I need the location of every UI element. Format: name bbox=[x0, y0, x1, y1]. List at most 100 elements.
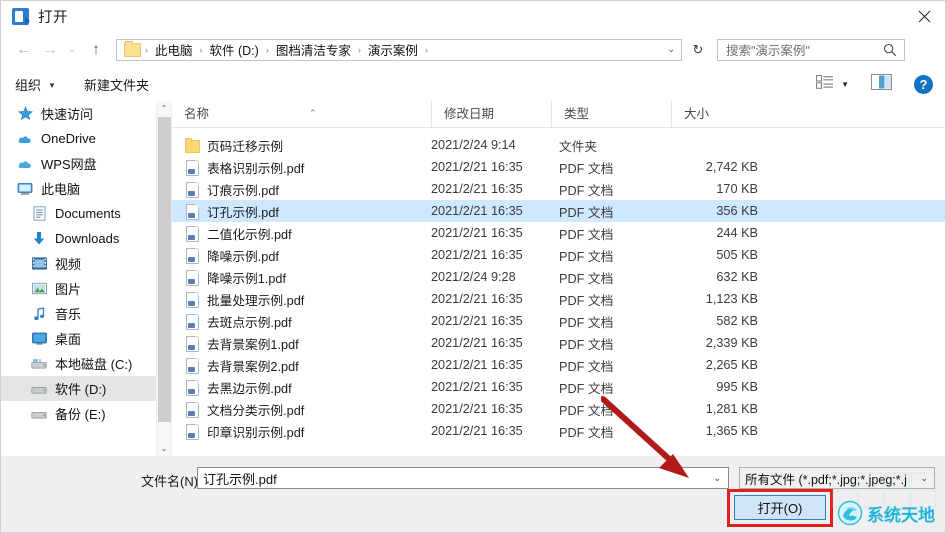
file-name: 印章识别示例.pdf bbox=[207, 425, 305, 440]
table-row[interactable]: 订孔示例.pdf 2021/2/21 16:35 PDF 文档 356 KB bbox=[172, 200, 945, 222]
sidebar-item-pictures[interactable]: 图片 bbox=[1, 276, 171, 301]
file-type: PDF 文档 bbox=[559, 293, 614, 308]
column-header-name[interactable]: 名称 ⌃ bbox=[172, 101, 431, 127]
toolbar-right-group: ▼ ? bbox=[816, 73, 933, 95]
file-date: 2021/2/21 16:35 bbox=[431, 204, 523, 218]
file-size: 244 KB bbox=[716, 226, 758, 240]
file-name: 降噪示例.pdf bbox=[207, 249, 279, 264]
folder-icon bbox=[124, 40, 141, 57]
breadcrumb-item-0[interactable]: 此电脑 bbox=[152, 40, 196, 59]
file-name-cell: 订痕示例.pdf bbox=[172, 180, 431, 199]
scrollbar-thumb[interactable] bbox=[158, 117, 171, 422]
file-size: 995 KB bbox=[716, 380, 758, 394]
sidebar-item-local-disk-c[interactable]: 本地磁盘 (C:) bbox=[1, 351, 171, 376]
table-row[interactable]: 去黑边示例.pdf 2021/2/21 16:35 PDF 文档 995 KB bbox=[172, 376, 945, 398]
file-name: 表格识别示例.pdf bbox=[207, 161, 305, 176]
file-name-cell: 文档分类示例.pdf bbox=[172, 400, 431, 419]
sidebar-item-this-pc[interactable]: 此电脑 bbox=[1, 176, 171, 201]
recent-locations-icon[interactable]: ⌄ bbox=[63, 37, 81, 63]
file-name-cell: 页码迁移示例 bbox=[172, 136, 431, 155]
file-size: 505 KB bbox=[716, 248, 758, 262]
open-button[interactable]: 打开(O) bbox=[734, 495, 826, 520]
help-icon[interactable]: ? bbox=[914, 74, 933, 94]
table-row[interactable]: 批量处理示例.pdf 2021/2/21 16:35 PDF 文档 1,123 … bbox=[172, 288, 945, 310]
sidebar-item-wps-cloud[interactable]: WPS网盘 bbox=[1, 151, 171, 176]
chevron-down-icon[interactable]: ⌄ bbox=[713, 473, 721, 484]
file-name: 去黑边示例.pdf bbox=[207, 381, 292, 396]
table-row[interactable]: 降噪示例.pdf 2021/2/21 16:35 PDF 文档 505 KB bbox=[172, 244, 945, 266]
sidebar-item-quick-access[interactable]: 快速访问 bbox=[1, 101, 171, 126]
table-row[interactable]: 去斑点示例.pdf 2021/2/21 16:35 PDF 文档 582 KB bbox=[172, 310, 945, 332]
organize-button[interactable]: 组织 ▼ bbox=[15, 75, 56, 94]
breadcrumb-item-3[interactable]: 演示案例 bbox=[365, 40, 421, 59]
file-date: 2021/2/21 16:35 bbox=[431, 226, 523, 240]
file-size: 632 KB bbox=[716, 270, 758, 284]
file-rows: 页码迁移示例 2021/2/24 9:14 文件夹 表格识别示例.pdf 202… bbox=[172, 128, 945, 442]
breadcrumb-item-1[interactable]: 软件 (D:) bbox=[207, 40, 262, 59]
column-header-type[interactable]: 类型 bbox=[551, 101, 671, 127]
table-row[interactable]: 页码迁移示例 2021/2/24 9:14 文件夹 bbox=[172, 134, 945, 156]
window-title: 打开 bbox=[38, 10, 68, 26]
file-size: 2,339 KB bbox=[705, 336, 758, 350]
file-name-cell: 二值化示例.pdf bbox=[172, 224, 431, 243]
file-name: 二值化示例.pdf bbox=[207, 227, 292, 242]
breadcrumb-separator: › bbox=[199, 44, 203, 55]
chevron-down-icon[interactable]: ▼ bbox=[841, 80, 849, 89]
scroll-up-icon[interactable]: ⌃ bbox=[157, 101, 171, 116]
preview-pane-icon[interactable] bbox=[871, 73, 892, 95]
pdf-icon bbox=[184, 423, 200, 440]
table-row[interactable]: 去背景案例2.pdf 2021/2/21 16:35 PDF 文档 2,265 … bbox=[172, 354, 945, 376]
view-list-icon[interactable] bbox=[816, 74, 834, 94]
sidebar-item-onedrive[interactable]: OneDrive bbox=[1, 126, 171, 151]
column-header-date[interactable]: 修改日期 bbox=[431, 101, 551, 127]
file-date: 2021/2/21 16:35 bbox=[431, 358, 523, 372]
file-name-cell: 去黑边示例.pdf bbox=[172, 378, 431, 397]
close-icon[interactable] bbox=[901, 1, 945, 32]
pdf-icon bbox=[184, 357, 200, 374]
pictures-icon bbox=[31, 281, 47, 297]
file-name: 降噪示例1.pdf bbox=[207, 271, 286, 286]
sidebar-item-videos[interactable]: 视频 bbox=[1, 251, 171, 276]
search-input[interactable]: 搜索"演示案例" bbox=[717, 38, 905, 61]
sidebar-item-downloads[interactable]: Downloads bbox=[1, 226, 171, 251]
table-row[interactable]: 订痕示例.pdf 2021/2/21 16:35 PDF 文档 170 KB bbox=[172, 178, 945, 200]
scroll-down-icon[interactable]: ⌄ bbox=[157, 441, 171, 456]
table-row[interactable]: 文档分类示例.pdf 2021/2/21 16:35 PDF 文档 1,281 … bbox=[172, 398, 945, 420]
sidebar-item-software-d[interactable]: 软件 (D:) bbox=[1, 376, 171, 401]
file-name-cell: 去背景案例1.pdf bbox=[172, 334, 431, 353]
sidebar-item-music[interactable]: 音乐 bbox=[1, 301, 171, 326]
music-icon bbox=[31, 306, 47, 322]
column-header-size[interactable]: 大小 bbox=[671, 101, 753, 127]
new-folder-label: 新建文件夹 bbox=[83, 77, 149, 93]
sidebar-item-label: 图片 bbox=[55, 282, 82, 297]
sidebar-item-documents[interactable]: Documents bbox=[1, 201, 171, 226]
toolbar: 组织 ▼ 新建文件夹 ▼ ? bbox=[1, 67, 945, 102]
sidebar-scrollbar[interactable]: ⌃ ⌄ bbox=[156, 101, 171, 456]
refresh-icon[interactable]: ↻ bbox=[687, 39, 709, 61]
chevron-down-icon[interactable]: ⌄ bbox=[667, 44, 675, 55]
open-file-dialog: 打开 ← → ⌄ ↑ › 此电脑 › 软件 (D:) › 图档清洁专家 › 演示… bbox=[0, 0, 946, 533]
sidebar-item-desktop[interactable]: 桌面 bbox=[1, 326, 171, 351]
filename-input[interactable]: 订孔示例.pdf ⌄ bbox=[197, 467, 729, 489]
breadcrumb-item-2[interactable]: 图档清洁专家 bbox=[273, 40, 354, 59]
table-row[interactable]: 去背景案例1.pdf 2021/2/21 16:35 PDF 文档 2,339 … bbox=[172, 332, 945, 354]
folder-icon bbox=[184, 137, 200, 153]
table-row[interactable]: 二值化示例.pdf 2021/2/21 16:35 PDF 文档 244 KB bbox=[172, 222, 945, 244]
file-type: PDF 文档 bbox=[559, 337, 614, 352]
forward-icon[interactable]: → bbox=[37, 37, 63, 63]
chevron-down-icon: ▼ bbox=[48, 80, 56, 90]
new-folder-button[interactable]: 新建文件夹 bbox=[84, 75, 149, 94]
table-row[interactable]: 印章识别示例.pdf 2021/2/21 16:35 PDF 文档 1,365 … bbox=[172, 420, 945, 442]
back-icon[interactable]: ← bbox=[11, 37, 37, 63]
table-row[interactable]: 降噪示例1.pdf 2021/2/24 9:28 PDF 文档 632 KB bbox=[172, 266, 945, 288]
sidebar-item-backup-e[interactable]: 备份 (E:) bbox=[1, 401, 171, 426]
up-icon[interactable]: ↑ bbox=[83, 37, 109, 63]
computer-icon bbox=[17, 181, 33, 197]
file-name-cell: 印章识别示例.pdf bbox=[172, 422, 431, 441]
filetype-select[interactable]: 所有文件 (*.pdf;*.jpg;*.jpeg;*.j ⌄ bbox=[739, 467, 935, 489]
file-name-cell: 去背景案例2.pdf bbox=[172, 356, 431, 375]
breadcrumb[interactable]: › 此电脑 › 软件 (D:) › 图档清洁专家 › 演示案例 › ⌄ bbox=[116, 38, 682, 61]
file-size: 1,123 KB bbox=[705, 292, 758, 306]
file-type: 文件夹 bbox=[559, 139, 598, 154]
table-row[interactable]: 表格识别示例.pdf 2021/2/21 16:35 PDF 文档 2,742 … bbox=[172, 156, 945, 178]
